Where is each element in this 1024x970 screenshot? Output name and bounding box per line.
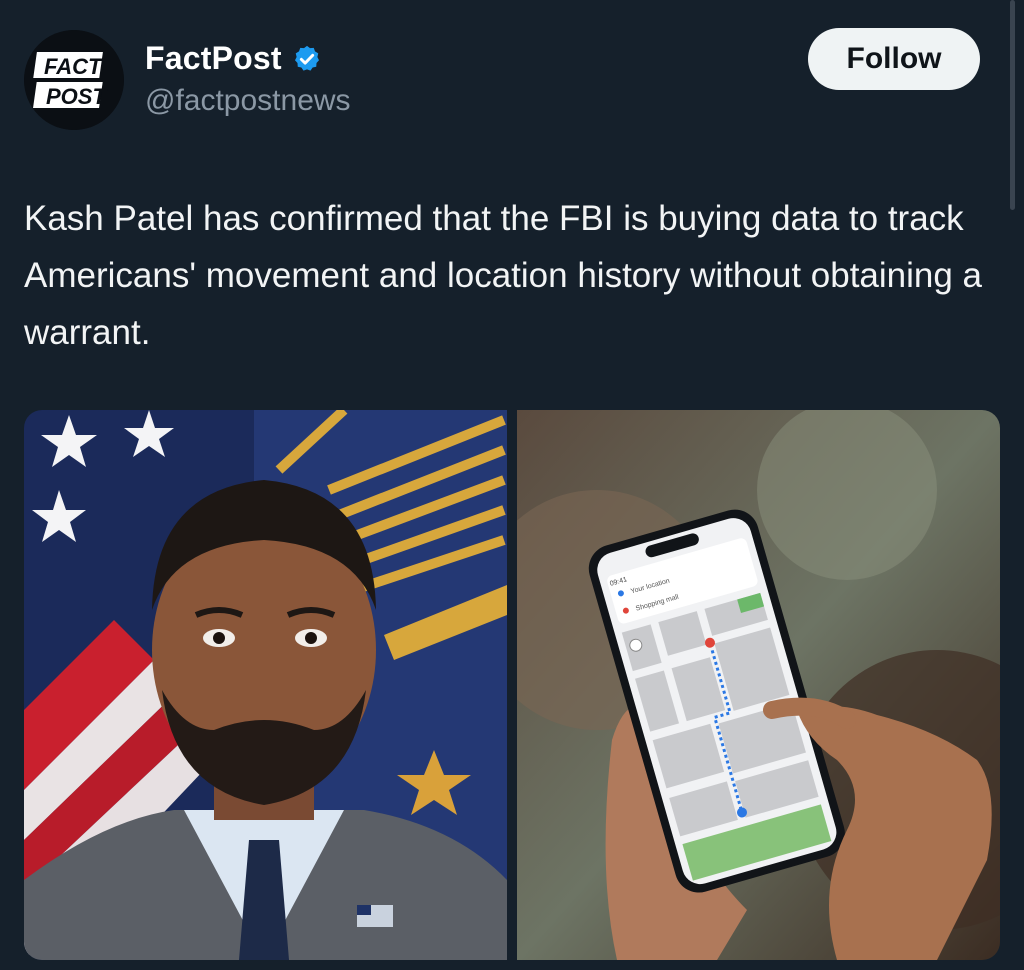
author-display-name[interactable]: FactPost [145, 40, 282, 77]
factpost-logo-icon: FACT POST [24, 30, 124, 130]
author-name-row: FactPost [145, 40, 322, 77]
phone-map-photo-icon: 09:41 Your location Shopping mall [517, 410, 1000, 960]
tweet-card: FACT POST FactPost @factpostnews Follow … [0, 0, 1024, 970]
logo-text-top: FACT [44, 54, 103, 79]
media-photo-phone-map[interactable]: 09:41 Your location Shopping mall [517, 410, 1000, 960]
tweet-text: Kash Patel has confirmed that the FBI is… [24, 199, 983, 352]
portrait-photo-icon [24, 410, 507, 960]
media-grid: 09:41 Your location Shopping mall [24, 410, 1000, 960]
scrollbar[interactable] [1010, 0, 1015, 210]
author-avatar[interactable]: FACT POST [24, 30, 124, 130]
media-photo-portrait[interactable] [24, 410, 507, 960]
logo-text-bottom: POST [46, 84, 107, 109]
verified-badge-icon [294, 45, 319, 71]
follow-button[interactable]: Follow [808, 28, 980, 90]
author-handle[interactable]: @factpostnews [145, 84, 351, 118]
